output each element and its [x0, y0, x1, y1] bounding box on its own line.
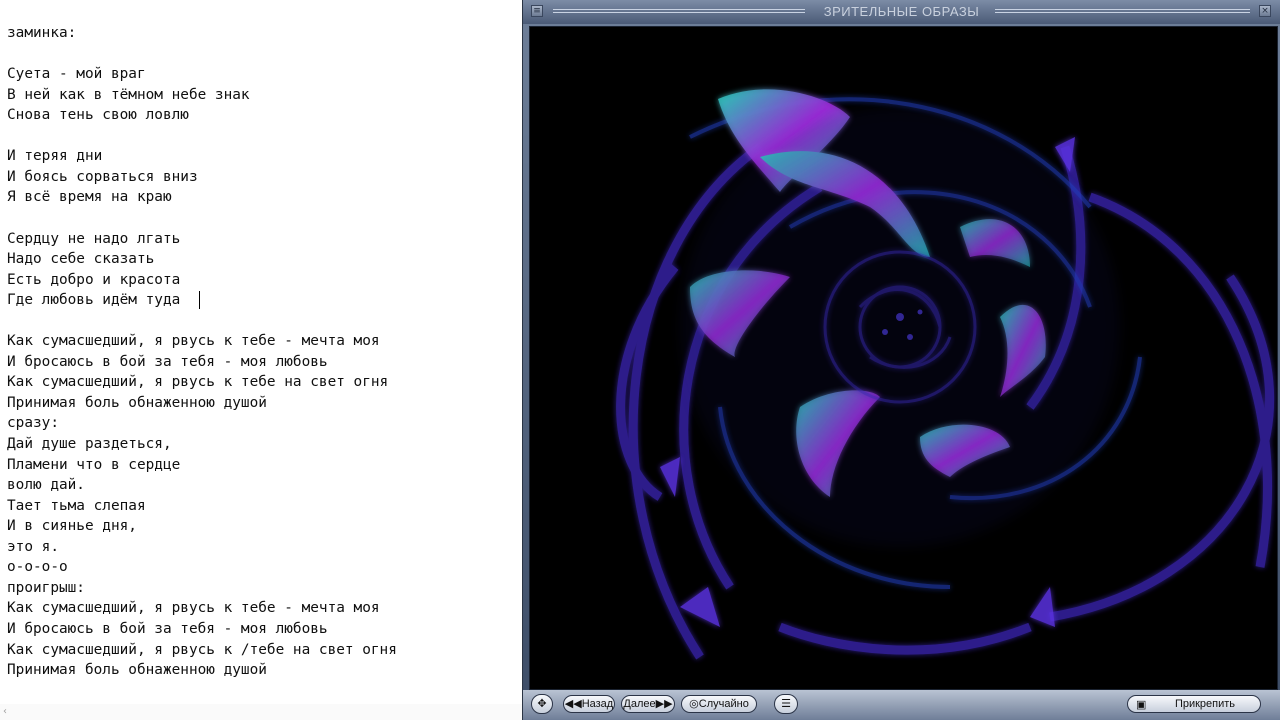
editor-line: И бросаюсь в бой за тебя - моя любовь — [7, 620, 328, 637]
editor-line: Принимая боль обнаженною душой — [7, 394, 267, 411]
editor-line: Я всё время на краю — [7, 189, 172, 206]
media-player-window: ≡ ЗРИТЕЛЬНЫЕ ОБРАЗЫ × ✥ ◀◀Назад Далее▶▶ … — [522, 0, 1280, 720]
editor-line: Где любовь идём туда — [7, 292, 181, 309]
editor-line: Как сумасшедший, я рвусь к тебе - мечта … — [7, 333, 380, 350]
move-arrows-icon[interactable]: ✥ — [531, 694, 553, 714]
editor-line: Надо себе сказать — [7, 251, 155, 268]
editor-line: о-о-о-о — [7, 559, 68, 576]
editor-line: Суета - мой враг — [7, 66, 146, 83]
editor-line: Принимая боль обнаженною душой — [7, 662, 267, 679]
editor-line: Как сумасшедший, я рвусь к тебе - мечта … — [7, 600, 380, 617]
editor-line: Дай душе раздеться, — [7, 436, 172, 452]
editor-line: сразу: — [7, 415, 59, 432]
random-button[interactable]: ◎Случайно — [681, 695, 757, 713]
editor-line: Пламени что в сердце — [7, 456, 181, 473]
back-button[interactable]: ◀◀Назад — [563, 695, 615, 713]
horizontal-scrollbar[interactable]: ‹ — [0, 704, 522, 720]
attach-button[interactable]: ▣ Прикрепить — [1127, 695, 1261, 713]
editor-line: заминка: — [7, 25, 77, 41]
editor-line: И теряя дни — [7, 148, 103, 165]
editor-line: Снова тень свою ловлю — [7, 107, 189, 124]
close-icon[interactable]: × — [1259, 5, 1271, 17]
editor-line: это я. — [7, 538, 59, 555]
next-button[interactable]: Далее▶▶ — [621, 695, 675, 713]
editor-line: волю дай. — [7, 477, 85, 494]
editor-line: Тает тьма слепая — [7, 497, 146, 514]
editor-line: И бросаюсь в бой за тебя - моя любовь — [7, 353, 328, 370]
editor-line: И боясь сорваться вниз — [7, 168, 198, 185]
titlebar-grip-right — [995, 9, 1250, 15]
editor-line: проигрыш: — [7, 579, 85, 596]
text-caret — [199, 291, 200, 309]
spiral-visualization — [616, 89, 1274, 660]
list-menu-icon[interactable]: ☰ — [774, 694, 798, 714]
chevron-left-icon[interactable]: ‹ — [3, 704, 7, 720]
attach-label: Прикрепить — [1174, 698, 1236, 710]
player-titlebar[interactable]: ≡ ЗРИТЕЛЬНЫЕ ОБРАЗЫ × — [523, 0, 1280, 24]
editor-line: И в сиянье дня, — [7, 518, 137, 535]
lyrics-editor[interactable]: заминка: Суета - мой враг В ней как в тёмн… — [0, 0, 522, 720]
window-attach-icon: ▣ — [1136, 699, 1147, 711]
editor-line: Есть добро и красота — [7, 271, 181, 288]
editor-line: Как сумасшедший, я рвусь к тебе на свет … — [7, 374, 389, 391]
editor-line: В ней как в тёмном небе знак — [7, 86, 250, 103]
visualization-canvas — [529, 26, 1278, 690]
player-controlbar: ✥ ◀◀Назад Далее▶▶ ◎Случайно ☰ ▣ Прикрепи… — [523, 690, 1280, 720]
editor-line: Как сумасшедший, я рвусь к /тебе на свет… — [7, 641, 397, 658]
editor-line: Сердцу не надо лгать — [7, 230, 181, 247]
